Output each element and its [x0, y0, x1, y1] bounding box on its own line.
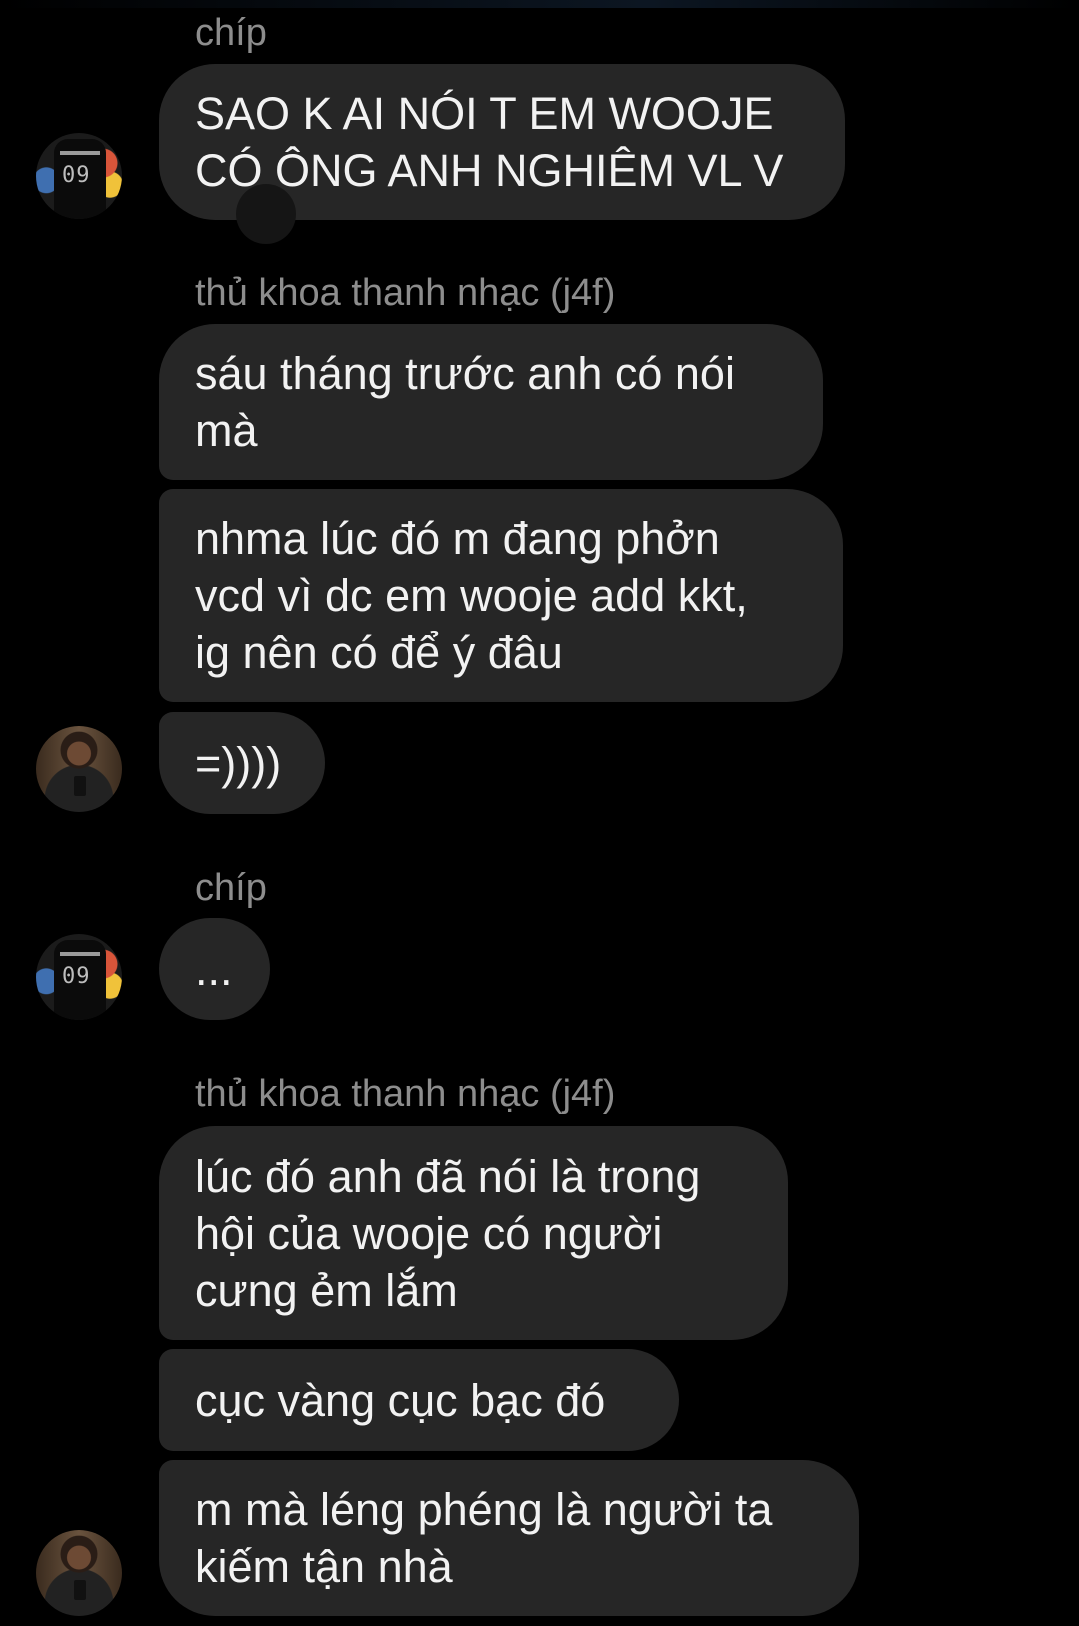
message-bubble[interactable]: ...: [159, 918, 270, 1020]
status-strip: [0, 0, 1079, 8]
scroll-indicator: [236, 184, 296, 244]
message-bubble[interactable]: nhma lúc đó m đang phởn vcd vì dc em woo…: [159, 489, 843, 702]
avatar-thanh[interactable]: [36, 1530, 122, 1616]
sender-name-thanh: thủ khoa thanh nhạc (j4f): [195, 1073, 616, 1115]
message-bubble[interactable]: m mà léng phéng là người ta kiếm tận nhà: [159, 1460, 859, 1616]
sender-name-chip: chíp: [195, 12, 267, 54]
avatar-chip[interactable]: 09: [36, 133, 122, 219]
avatar-thanh[interactable]: [36, 726, 122, 812]
message-bubble[interactable]: lúc đó anh đã nói là trong hội của wooje…: [159, 1126, 788, 1340]
sender-name-chip: chíp: [195, 867, 267, 909]
message-bubble[interactable]: =)))): [159, 712, 325, 814]
message-bubble[interactable]: sáu tháng trước anh có nói mà: [159, 324, 823, 480]
message-bubble[interactable]: cục vàng cục bạc đó: [159, 1349, 679, 1451]
sender-name-thanh: thủ khoa thanh nhạc (j4f): [195, 272, 616, 314]
avatar-chip[interactable]: 09: [36, 934, 122, 1020]
